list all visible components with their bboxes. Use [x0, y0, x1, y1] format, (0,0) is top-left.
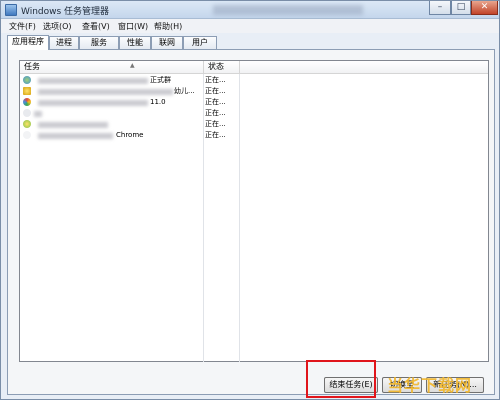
- task-status: 正在...: [205, 131, 226, 139]
- task-status: 正在...: [205, 98, 226, 106]
- blurred-text: [38, 78, 148, 84]
- app-icon: [23, 109, 31, 117]
- column-header-status-label: 状态: [208, 62, 224, 71]
- column-header-empty: [239, 61, 488, 74]
- tab-users[interactable]: 用户: [183, 36, 217, 49]
- menu-options[interactable]: 选项(O): [43, 21, 72, 32]
- minimize-button[interactable]: –: [429, 1, 451, 15]
- task-name: [34, 108, 204, 119]
- task-name: 正式群: [150, 76, 171, 84]
- task-status: 正在...: [205, 109, 226, 117]
- list-item[interactable]: 正在...: [20, 119, 488, 130]
- task-status: 正在...: [205, 120, 226, 128]
- column-header-task-label: 任务: [24, 62, 40, 71]
- column-header-task[interactable]: 任务 ▲: [20, 61, 203, 74]
- list-item[interactable]: 11.0 正在...: [20, 97, 488, 108]
- list-item[interactable]: 正式群 正在...: [20, 75, 488, 86]
- task-manager-icon: [5, 4, 17, 16]
- task-name: Chrome: [116, 131, 144, 139]
- task-status: 正在...: [205, 76, 226, 84]
- app-icon: [23, 98, 31, 106]
- applications-panel: 任务 ▲ 状态 正式群 正在... 幼儿... 正在... 11.0 正在...…: [7, 49, 495, 395]
- blurred-text: [38, 89, 173, 95]
- task-name: 11.0: [150, 98, 166, 106]
- app-icon: [23, 76, 31, 84]
- maximize-button[interactable]: □: [451, 1, 471, 15]
- app-icon: [23, 131, 31, 139]
- title-bar[interactable]: Windows 任务管理器 – □ ✕: [1, 1, 499, 19]
- tab-applications[interactable]: 应用程序: [7, 35, 49, 50]
- task-manager-window: Windows 任务管理器 – □ ✕ 文件(F) 选项(O) 查看(V) 窗口…: [0, 0, 500, 400]
- window-title: Windows 任务管理器: [21, 7, 110, 17]
- tab-processes[interactable]: 进程: [49, 36, 79, 49]
- highlight-box: [306, 360, 376, 398]
- blurred-text: [38, 133, 113, 139]
- menu-bar: 文件(F) 选项(O) 查看(V) 窗口(W) 帮助(H): [1, 19, 499, 33]
- sort-ascending-icon: ▲: [130, 62, 135, 69]
- app-icon: [23, 87, 31, 95]
- close-button[interactable]: ✕: [471, 1, 498, 15]
- tab-services[interactable]: 服务: [79, 36, 119, 49]
- task-status: 正在...: [205, 87, 226, 95]
- column-header-status[interactable]: 状态: [203, 61, 239, 74]
- tab-performance[interactable]: 性能: [119, 36, 151, 49]
- app-icon: [23, 120, 31, 128]
- menu-file[interactable]: 文件(F): [9, 21, 36, 32]
- task-name: [34, 119, 204, 130]
- blurred-text: [38, 100, 148, 106]
- task-list[interactable]: 任务 ▲ 状态 正式群 正在... 幼儿... 正在... 11.0 正在...…: [19, 60, 489, 362]
- task-name: 幼儿...: [174, 87, 195, 95]
- menu-help[interactable]: 帮助(H): [154, 21, 182, 32]
- list-item[interactable]: Chrome 正在...: [20, 130, 488, 141]
- list-item[interactable]: 正在...: [20, 108, 488, 119]
- watermark: 当华下载网: [387, 376, 473, 395]
- blurred-title-overlay: [213, 5, 363, 15]
- menu-window[interactable]: 窗口(W): [118, 21, 148, 32]
- list-item[interactable]: 幼儿... 正在...: [20, 86, 488, 97]
- tab-networking[interactable]: 联网: [151, 36, 183, 49]
- menu-view[interactable]: 查看(V): [82, 21, 110, 32]
